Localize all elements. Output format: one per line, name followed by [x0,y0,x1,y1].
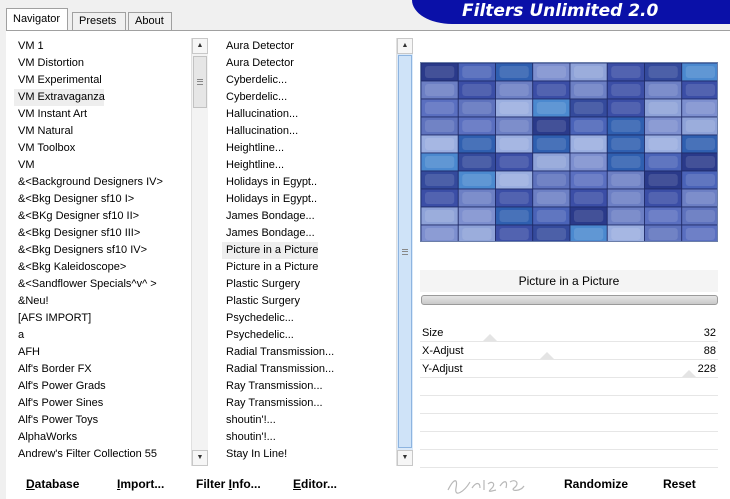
filter-item[interactable]: Picture in a Picture [222,242,318,259]
category-list[interactable]: VM 1 VM Distortion VM Experimental VM Extra… [14,38,190,466]
category-item[interactable]: VM Distortion [14,55,190,72]
category-item[interactable]: &<BKg Designer sf10 II> [14,208,190,225]
randomize-button[interactable]: Randomize [564,477,628,491]
filter-item[interactable]: Hallucination... [222,106,392,123]
param-label: Y-Adjust [422,363,463,375]
category-item[interactable]: &<Background Designers IV> [14,174,190,191]
param-row-y-adjust[interactable]: Y-Adjust 228 [420,360,718,378]
category-item[interactable]: VM Instant Art [14,106,190,123]
category-item[interactable]: Alf's Border FX [14,361,190,378]
progress-bar [421,295,718,305]
category-item[interactable]: a [14,327,190,344]
filter-item[interactable]: Psychedelic... [222,310,392,327]
param-row-empty [420,450,718,468]
param-row-empty [420,414,718,432]
filter-item[interactable]: Ray Transmission... [222,395,392,412]
scroll-up-arrow-icon[interactable]: ▲ [397,38,413,54]
category-item[interactable]: &<Sandflower Specials^v^ > [14,276,190,293]
category-scrollbar[interactable]: ▲ ▼ [191,38,208,466]
param-value: 88 [703,345,716,357]
filter-item[interactable]: Holidays in Egypt.. [222,174,392,191]
tab-navigator[interactable]: Navigator [6,8,68,30]
param-row-empty [420,396,718,414]
param-row-empty [420,432,718,450]
category-item[interactable]: VM Toolbox [14,140,190,157]
filter-item[interactable]: Holidays in Egypt.. [222,191,392,208]
param-row-x-adjust[interactable]: X-Adjust 88 [420,342,718,360]
editor-button[interactable]: Editor... [293,477,337,491]
filter-scrollbar[interactable]: ▲ ▼ [396,38,413,466]
category-item[interactable]: Alf's Power Sines [14,395,190,412]
category-item[interactable]: VM Extravaganza [14,89,105,106]
category-item[interactable]: Alf's Power Toys [14,412,190,429]
import-button[interactable]: Import... [117,477,164,491]
filter-item[interactable]: shoutin'!... [222,429,392,446]
slider-knob-icon[interactable] [482,334,497,341]
filter-item[interactable]: Hallucination... [222,123,392,140]
title-banner: Filters Unlimited 2.0 [412,0,730,24]
filter-item[interactable]: James Bondage... [222,225,392,242]
category-item[interactable]: VM Natural [14,123,190,140]
filter-list[interactable]: Aura Detector Aura Detector Cyberdelic... C… [222,38,392,466]
filter-item[interactable]: Radial Transmission... [222,361,392,378]
app-title: Filters Unlimited 2.0 [462,1,659,21]
filter-item[interactable]: Cyberdelic... [222,89,392,106]
filter-item[interactable]: Cyberdelic... [222,72,392,89]
filter-item[interactable]: Radial Transmission... [222,344,392,361]
category-item[interactable]: AlphaWorks [14,429,190,446]
param-value: 228 [697,363,716,375]
category-item[interactable]: VM [14,157,190,174]
param-row-empty [420,378,718,396]
scroll-up-arrow-icon[interactable]: ▲ [192,38,208,54]
param-value: 32 [703,327,716,339]
signature-logo-icon [447,480,525,494]
param-label: X-Adjust [422,345,464,357]
filter-item[interactable]: shoutin'!... [222,412,392,429]
filter-item[interactable]: James Bondage... [222,208,392,225]
reset-button[interactable]: Reset [663,477,696,491]
filter-scroll-thumb[interactable] [398,55,412,448]
database-button[interactable]: Database [26,477,79,491]
category-item[interactable]: &<Bkg Designer sf10 III> [14,225,190,242]
filter-item[interactable]: Plastic Surgery [222,293,392,310]
filter-item[interactable]: Picture in a Picture [222,259,392,276]
category-item[interactable]: &<Bkg Kaleidoscope> [14,259,190,276]
tab-presets[interactable]: Presets [72,12,126,30]
slider-knob-icon[interactable] [682,370,697,377]
filter-item[interactable]: Aura Detector [222,55,392,72]
parameter-list: Size 32 X-Adjust 88 Y-Adjust 228 [420,324,718,468]
current-filter-name: Picture in a Picture [420,270,718,292]
category-item[interactable]: Andrew's Filter Collection 55 [14,446,190,463]
param-row-size[interactable]: Size 32 [420,324,718,342]
param-label: Size [422,327,444,339]
category-item[interactable]: AFH [14,344,190,361]
filter-item[interactable]: Heightline... [222,157,392,174]
category-item[interactable]: [AFS IMPORT] [14,310,190,327]
category-item[interactable]: &<Bkg Designer sf10 I> [14,191,190,208]
category-item[interactable]: Alf's Power Grads [14,378,190,395]
filter-item[interactable]: Heightline... [222,140,392,157]
filter-item[interactable]: Psychedelic... [222,327,392,344]
category-item[interactable]: VM Experimental [14,72,190,89]
category-item[interactable]: &<Bkg Designers sf10 IV> [14,242,190,259]
filter-item[interactable]: Plastic Surgery [222,276,392,293]
tab-about[interactable]: About [128,12,172,30]
category-item[interactable]: &Neu! [14,293,190,310]
filter-item[interactable]: Ray Transmission... [222,378,392,395]
slider-knob-icon[interactable] [539,352,554,359]
scroll-down-arrow-icon[interactable]: ▼ [397,450,413,466]
category-item[interactable]: VM 1 [14,38,190,55]
filter-item[interactable]: Stay In Line! [222,446,392,463]
filter-item[interactable]: Aura Detector [222,38,392,55]
filter-info-button[interactable]: Filter Info... [196,477,261,491]
preview-image [420,62,718,242]
scroll-down-arrow-icon[interactable]: ▼ [192,450,208,466]
category-scroll-thumb[interactable] [193,56,207,108]
